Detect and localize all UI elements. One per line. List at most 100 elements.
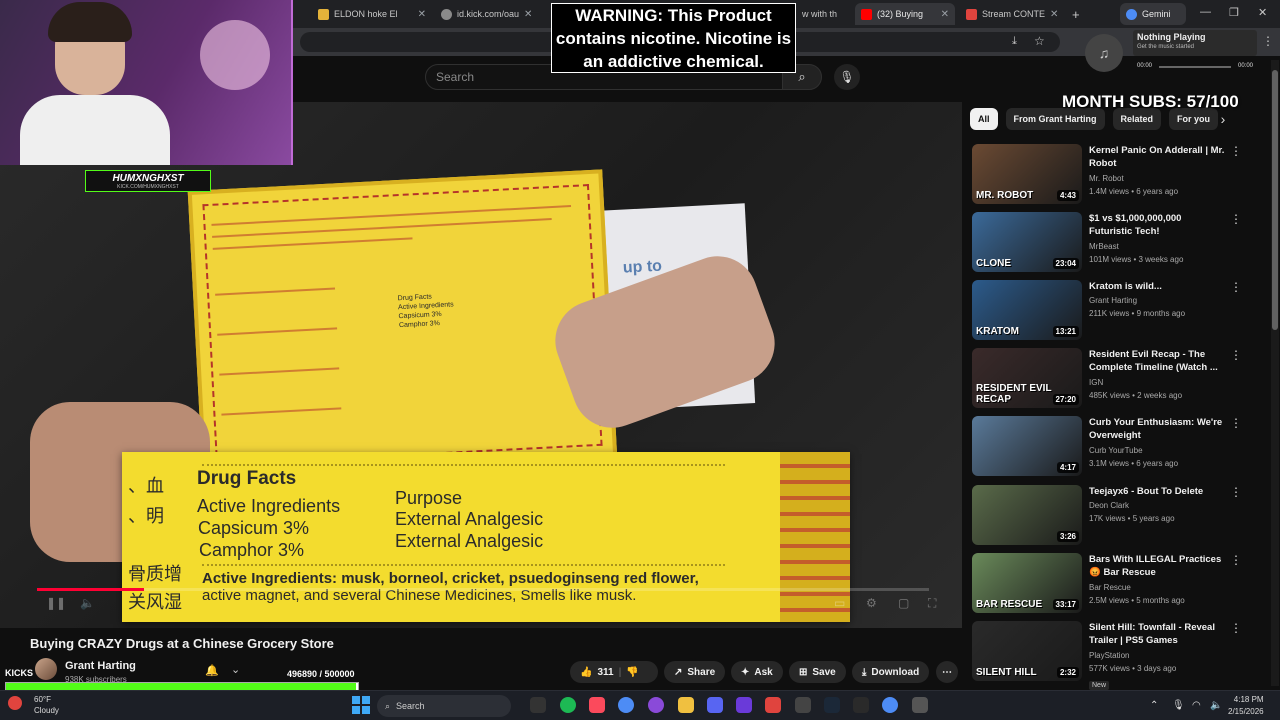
recommendation-title[interactable]: Kernel Panic On Adderall | Mr. Robot (1089, 144, 1227, 170)
recommendation-title[interactable]: Teejayx6 - Bout To Delete (1089, 485, 1227, 498)
install-icon[interactable]: ⤓ (1012, 35, 1017, 48)
download-button[interactable]: ⤓ Download (852, 661, 930, 683)
menu-dots-icon[interactable]: ⋮ (1262, 34, 1274, 48)
recommendation-title[interactable]: Bars With ILLEGAL Practices 😡 Bar Rescue (1089, 553, 1227, 579)
settings-icon[interactable]: ⚙ (866, 596, 877, 610)
recommendation-title[interactable]: Curb Your Enthusiasm: We're Overweight (1089, 416, 1227, 442)
discord-icon[interactable] (707, 697, 723, 713)
app-icon[interactable] (795, 697, 811, 713)
recommendation-item[interactable]: KRATOM 13:21 Kratom is wild... Grant Hartin… (972, 280, 1252, 340)
recommendation-item[interactable]: MR. ROBOT 4:43 Kernel Panic On Adderall | … (972, 144, 1252, 204)
maximize-icon[interactable]: ❐ (1229, 6, 1239, 19)
more-vert-icon[interactable]: ⋮ (1230, 416, 1242, 430)
share-button[interactable]: ↗ Share (664, 661, 726, 683)
gemini-button[interactable]: Gemini (1120, 3, 1186, 25)
video-thumbnail[interactable]: MR. ROBOT 4:43 (972, 144, 1082, 204)
start-button[interactable] (352, 696, 370, 714)
wifi-icon[interactable]: ◠ (1192, 700, 1201, 711)
chip-all[interactable]: All (970, 108, 998, 130)
app-icon[interactable] (765, 697, 781, 713)
more-vert-icon[interactable]: ⋮ (1230, 348, 1242, 362)
video-thumbnail[interactable]: KRATOM 13:21 (972, 280, 1082, 340)
close-window-icon[interactable]: ✕ (1258, 6, 1267, 19)
close-icon[interactable]: ✕ (418, 9, 426, 20)
save-button[interactable]: ⊞ Save (789, 661, 846, 683)
close-icon[interactable]: ✕ (1050, 9, 1058, 20)
fullscreen-icon[interactable]: ⛶ (928, 596, 936, 611)
speaker-icon[interactable]: 🔈 (1210, 700, 1222, 711)
recommendation-channel[interactable]: IGN (1089, 378, 1103, 387)
avatar[interactable] (35, 658, 57, 680)
more-vert-icon[interactable]: ⋮ (1230, 621, 1242, 635)
video-thumbnail[interactable]: SILENT HILL 2:32 (972, 621, 1082, 681)
more-vert-icon[interactable]: ⋮ (1230, 212, 1242, 226)
close-icon[interactable]: ✕ (524, 9, 531, 20)
more-vert-icon[interactable]: ⋮ (1230, 280, 1242, 294)
recommendation-title[interactable]: Resident Evil Recap - The Complete Timel… (1089, 348, 1227, 374)
more-vert-icon[interactable]: ⋮ (1230, 485, 1242, 499)
recommendation-item[interactable]: BAR RESCUE 33:17 Bars With ILLEGAL Practic… (972, 553, 1252, 613)
video-thumbnail[interactable]: RESIDENT EVIL RECAP 27:20 (972, 348, 1082, 408)
browser-tab-active[interactable]: (32) Buying ✕ (855, 3, 955, 25)
thumbs-down-icon[interactable]: 👎 (626, 667, 638, 678)
taskbar-search[interactable]: ⌕ Search (377, 695, 511, 717)
browser-tab[interactable]: id.kick.com/oau ✕ (435, 3, 531, 25)
browser-tab[interactable]: w with th (796, 3, 852, 25)
recommendation-channel[interactable]: Deon Clark (1089, 501, 1129, 510)
microphone-icon[interactable]: 🎙 (1172, 700, 1185, 711)
voice-search-button[interactable]: 🎙 (834, 64, 860, 90)
recommendation-title[interactable]: Kratom is wild... (1089, 280, 1227, 293)
volume-icon[interactable]: 🔈 (80, 596, 95, 610)
system-clock[interactable]: 4:18 PM 2/15/2026 (1228, 694, 1264, 718)
recommendation-channel[interactable]: Mr. Robot (1089, 174, 1124, 183)
recommendation-item[interactable]: CLONE 23:04 $1 vs $1,000,000,000 Futuristi… (972, 212, 1252, 272)
app-icon[interactable] (853, 697, 869, 713)
recommendation-title[interactable]: $1 vs $1,000,000,000 Futuristic Tech! (1089, 212, 1227, 238)
more-actions-button[interactable]: ⋯ (936, 661, 958, 683)
recommendation-channel[interactable]: Bar Rescue (1089, 583, 1131, 592)
chrome-icon[interactable] (618, 697, 634, 713)
chrome-icon[interactable] (882, 697, 898, 713)
tray-overflow-icon[interactable]: ⌃ (1150, 700, 1158, 711)
bookmark-star-icon[interactable]: ☆ (1034, 34, 1045, 48)
video-progress-bar[interactable] (37, 588, 929, 591)
recommendation-channel[interactable]: Curb YourTube (1089, 446, 1143, 455)
recommendation-title[interactable]: Silent Hill: Townfall - Reveal Trailer |… (1089, 621, 1227, 647)
recommendation-channel[interactable]: PlayStation (1089, 651, 1129, 660)
spotify-icon[interactable] (560, 697, 576, 713)
app-icon[interactable] (648, 697, 664, 713)
video-thumbnail[interactable]: BAR RESCUE 33:17 (972, 553, 1082, 613)
recommendation-item[interactable]: 4:17 Curb Your Enthusiasm: We're Overweig… (972, 416, 1252, 476)
recommendation-item[interactable]: SILENT HILL 2:32 Silent Hill: Townfall - R… (972, 621, 1252, 690)
ask-button[interactable]: ✦ Ask (731, 661, 783, 683)
file-explorer-icon[interactable] (678, 697, 694, 713)
theater-icon[interactable]: ▢ (898, 596, 909, 610)
app-icon[interactable] (736, 697, 752, 713)
scrollbar[interactable] (1271, 60, 1279, 686)
video-thumbnail[interactable]: CLONE 23:04 (972, 212, 1082, 272)
like-button[interactable]: 👍 311 | 👎 (570, 661, 658, 683)
notification-bell-icon[interactable]: 🔔 (205, 664, 219, 677)
minimize-icon[interactable]: — (1200, 6, 1211, 18)
video-thumbnail[interactable]: 3:26 (972, 485, 1082, 545)
new-tab-button[interactable]: + (1066, 3, 1086, 25)
more-vert-icon[interactable]: ⋮ (1230, 144, 1242, 158)
recommendation-channel[interactable]: MrBeast (1089, 242, 1119, 251)
task-view-icon[interactable] (530, 697, 546, 713)
channel-name[interactable]: Grant Harting (65, 660, 136, 672)
video-thumbnail[interactable]: 4:17 (972, 416, 1082, 476)
steam-icon[interactable] (824, 697, 840, 713)
recommendation-item[interactable]: 3:26 Teejayx6 - Bout To Delete Deon Clark 1… (972, 485, 1252, 545)
music-app-icon[interactable] (589, 697, 605, 713)
browser-tab[interactable]: ELDON hoke El ✕ (312, 3, 432, 25)
miniplayer-icon[interactable]: ▭ (834, 596, 845, 610)
pause-icon[interactable]: ❚❚ (46, 596, 66, 610)
recommendation-item[interactable]: RESIDENT EVIL RECAP 27:20 Resident Evil Re… (972, 348, 1252, 408)
recommendation-channel[interactable]: Grant Harting (1089, 296, 1137, 305)
close-icon[interactable]: ✕ (941, 9, 949, 20)
chevron-down-icon[interactable]: ⌄ (231, 663, 240, 676)
app-icon[interactable] (912, 697, 928, 713)
weather-widget[interactable]: 60°F Cloudy (8, 694, 59, 716)
more-vert-icon[interactable]: ⋮ (1230, 553, 1242, 567)
browser-tab[interactable]: Stream CONTE ✕ (960, 3, 1064, 25)
